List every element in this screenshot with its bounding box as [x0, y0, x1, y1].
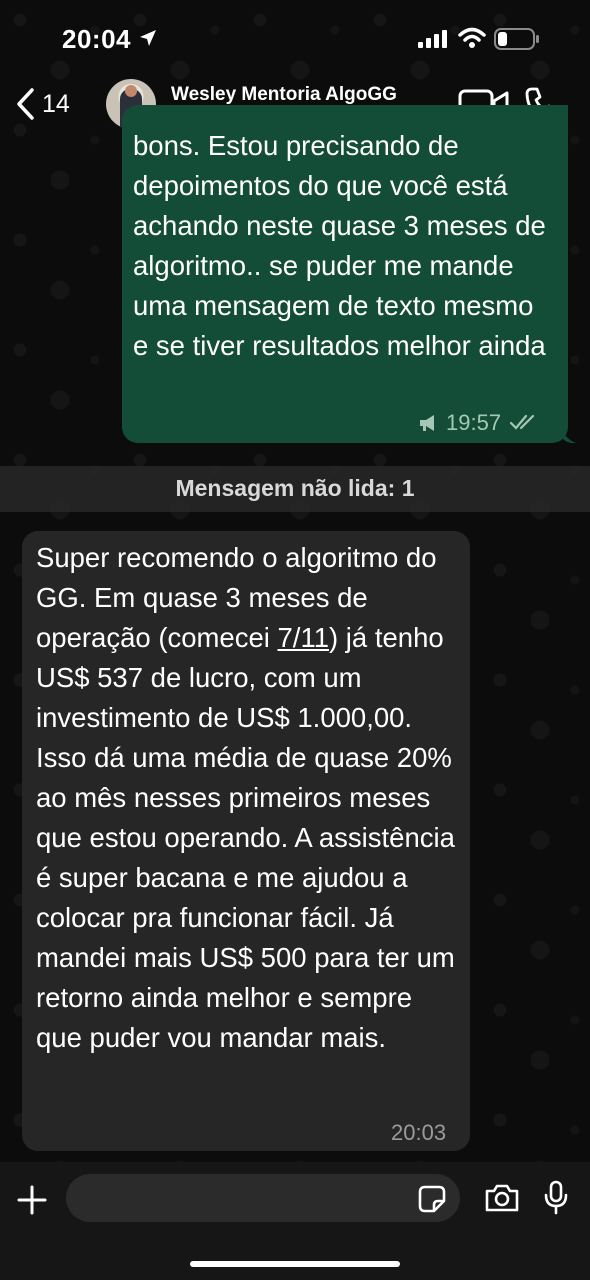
battery-icon	[494, 28, 539, 50]
microphone-icon[interactable]	[543, 1180, 569, 1216]
incoming-text-part-2: ) já tenho US$ 537 de lucro, com um inve…	[36, 622, 455, 1053]
camera-icon[interactable]	[484, 1183, 520, 1213]
outgoing-bubble-tail	[560, 420, 576, 444]
status-time: 20:04	[62, 24, 131, 54]
sticker-icon[interactable]	[418, 1185, 446, 1213]
status-bar: 20:04	[0, 0, 590, 80]
message-input[interactable]	[66, 1174, 460, 1222]
wifi-icon	[458, 27, 486, 48]
incoming-message-text: Super recomendo o algoritmo do GG. Em qu…	[36, 538, 460, 1058]
location-arrow-icon	[140, 30, 156, 46]
outgoing-message-time: 19:57	[446, 410, 502, 435]
chevron-left-icon	[17, 88, 34, 120]
avatar-head	[125, 85, 137, 97]
unread-messages-label: Mensagem não lida: 1	[175, 475, 415, 501]
double-check-icon	[509, 414, 535, 430]
incoming-message-time: 20:03	[391, 1120, 447, 1145]
back-button[interactable]: 14	[14, 82, 70, 126]
contact-name[interactable]: Wesley Mentoria AlgoGG	[171, 84, 397, 106]
plus-icon[interactable]	[16, 1184, 48, 1216]
cellular-signal-icon	[418, 30, 447, 48]
outgoing-message-text: bons. Estou precisando de depoimentos do…	[133, 130, 546, 361]
unread-chats-count: 14	[42, 89, 70, 118]
megaphone-icon	[420, 415, 434, 431]
outgoing-message-meta: 19:57	[418, 410, 539, 436]
home-indicator[interactable]	[190, 1261, 400, 1267]
date-link[interactable]: 7/11	[278, 622, 329, 653]
